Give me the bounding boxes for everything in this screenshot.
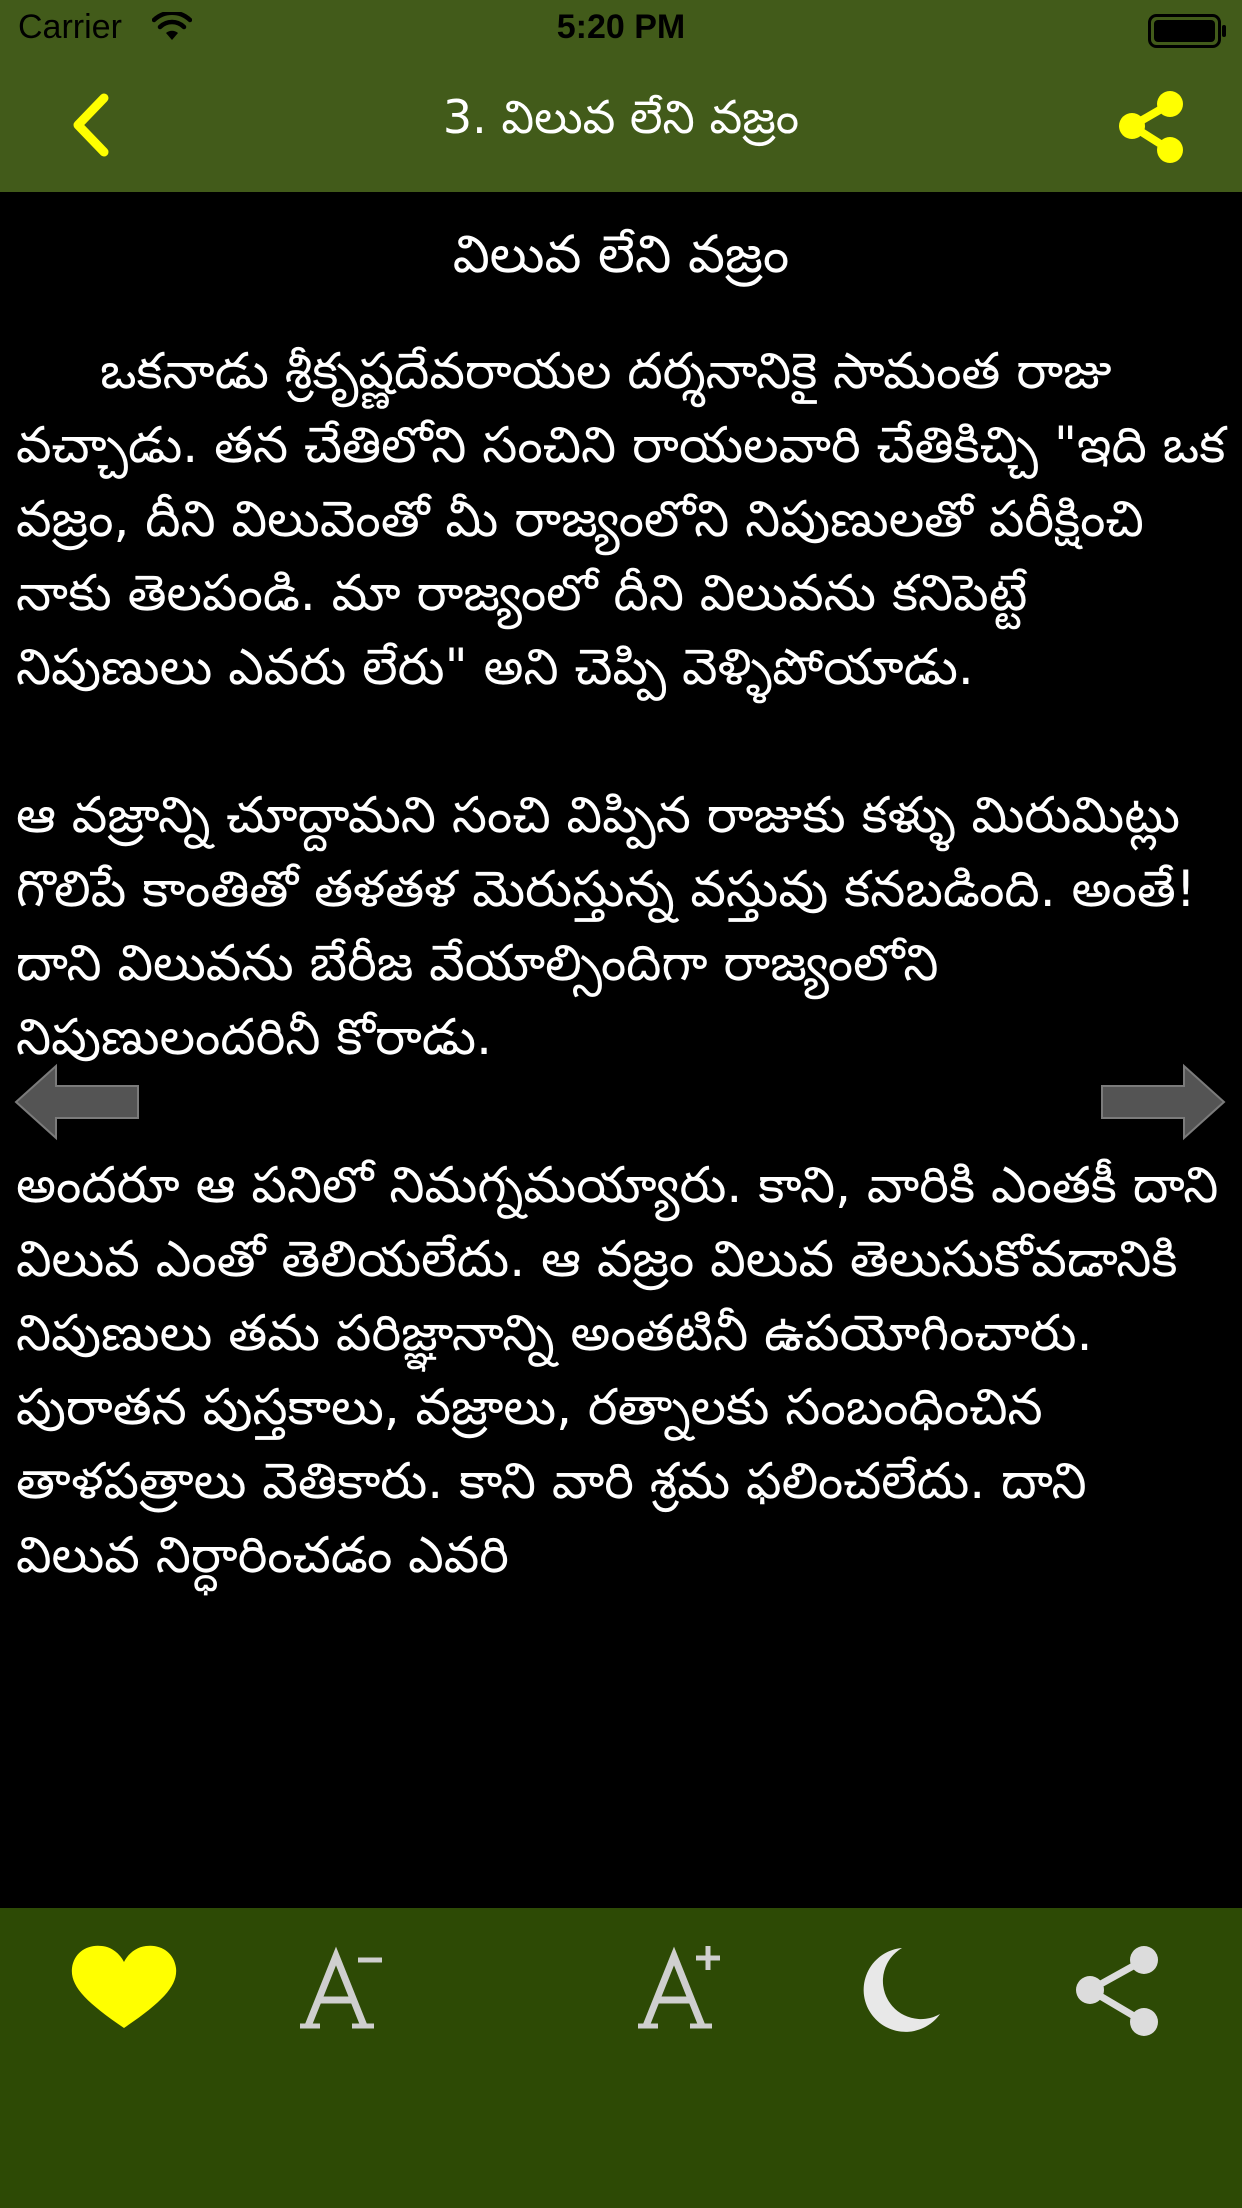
story-content[interactable]: విలువ లేని వజ్రం ఒకనాడు శ్రీకృష్ణదేవరాయల… xyxy=(0,192,1242,1908)
share-icon[interactable] xyxy=(1060,1940,1180,2040)
share-icon[interactable] xyxy=(1112,88,1192,168)
story-title: విలువ లేని వజ్రం xyxy=(452,225,790,285)
story-paragraph: ఒకనాడు శ్రీకృష్ణదేవరాయల దర్శనానికై సామంత… xyxy=(16,342,1226,696)
status-bar: Carrier 5:20 PM xyxy=(0,0,1242,60)
status-time: 5:20 PM xyxy=(556,8,686,46)
heart-icon[interactable] xyxy=(64,1940,184,2040)
arrow-left-icon[interactable] xyxy=(12,1062,142,1142)
bottom-toolbar xyxy=(0,1908,1242,2208)
page-title: 3. విలువ లేని వజ్రం xyxy=(442,90,800,144)
battery-icon xyxy=(1148,14,1228,52)
story-paragraph: ఆ వజ్రాన్ని చూద్దామని సంచి విప్పిన రాజుక… xyxy=(16,786,1196,1066)
font-increase-icon[interactable] xyxy=(624,1940,744,2040)
story-body: ఒకనాడు శ్రీకృష్ణదేవరాయల దర్శనానికై సామంత… xyxy=(0,334,1242,1592)
font-decrease-icon[interactable] xyxy=(286,1940,406,2040)
chevron-left-icon[interactable] xyxy=(62,90,132,160)
navigation-bar: 3. విలువ లేని వజ్రం xyxy=(0,60,1242,192)
story-paragraph: అందరూ ఆ పనిలో నిమగ్నమయ్యారు. కాని, వారిక… xyxy=(16,1156,1219,1584)
arrow-right-icon[interactable] xyxy=(1098,1062,1228,1142)
moon-icon[interactable] xyxy=(840,1940,960,2040)
